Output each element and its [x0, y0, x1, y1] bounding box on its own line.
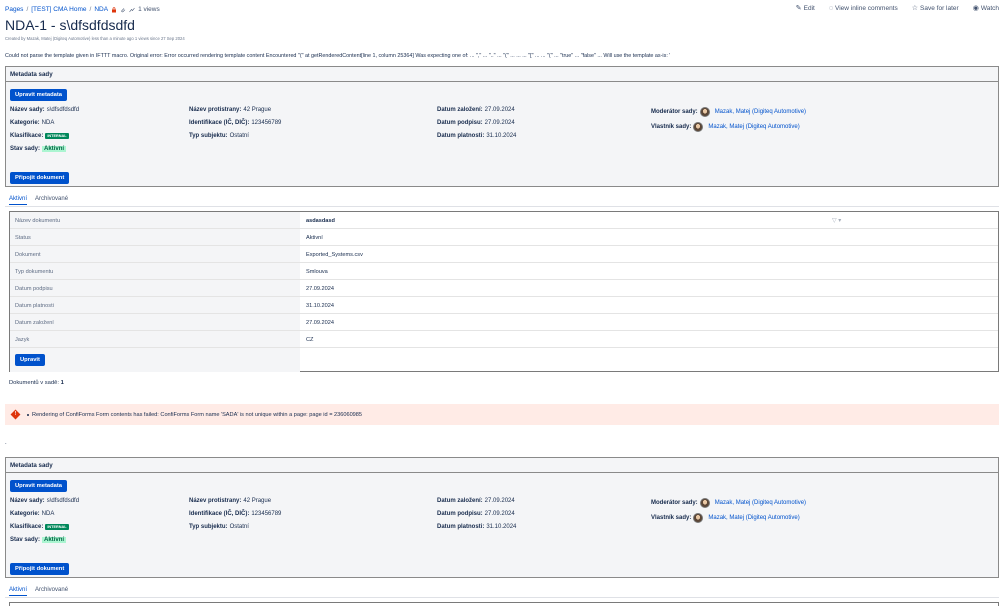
metadata-panel-header: Metadata sady [6, 458, 998, 473]
attachment-icon[interactable] [120, 7, 126, 13]
attach-document-button[interactable]: Připojit dokument [10, 172, 70, 184]
eye-icon: ◉ [972, 5, 979, 12]
breadcrumb-separator: / [89, 6, 92, 13]
watch-button[interactable]: ◉ Watch [972, 4, 999, 13]
filter-icon[interactable]: ▽ ▾ [832, 217, 841, 224]
created-date-field: Datum založení: 27.09.2024 [437, 498, 515, 504]
pencil-icon: ✎ [795, 5, 802, 12]
category-field: Kategorie: NDA [10, 120, 55, 126]
document-tabs: Aktivní Archivované [9, 196, 68, 205]
stray-dot: . [5, 440, 7, 446]
classification-field: Klasifikace: INTERNAL [10, 524, 69, 530]
internal-badge: INTERNAL [45, 524, 69, 530]
signed-date-field: Datum podpisu: 27.09.2024 [437, 120, 515, 126]
document-file-link[interactable]: Exported_Systems.csv [306, 252, 363, 258]
breadcrumb-pages[interactable]: Pages [5, 6, 23, 13]
subject-type-field: Typ subjektu: Ostatní [189, 524, 249, 530]
avatar[interactable] [699, 498, 710, 508]
active-badge: Aktivní [42, 537, 67, 543]
document-count: Dokumentů v sadě: 1 [9, 380, 64, 386]
tab-archived[interactable]: Archivované [35, 587, 68, 596]
moderator-link[interactable]: Mazak, Matej (Digiteq Automotive) [715, 109, 806, 115]
save-for-later-button[interactable]: ☆ Save for later [911, 4, 959, 13]
breadcrumb-separator: / [26, 6, 29, 13]
identification-field: Identifikace (IČ, DIČ): 123456789 [189, 120, 282, 126]
comment-icon: ◌ [828, 4, 833, 12]
error-alert: ! Rendering of ConfiForms Form contents … [5, 404, 999, 425]
counterparty-field: Název protistrany: 42 Prague [189, 107, 272, 113]
error-alert-message: Rendering of ConfiForms Form contents ha… [32, 412, 363, 418]
table-row: Dokument Exported_Systems.csv [10, 246, 998, 263]
moderator-field: Moderátor sady: Mazak, Matej (Digiteq Aut… [651, 107, 807, 117]
tabs-divider [5, 206, 999, 207]
edit-button[interactable]: ✎ Edit [795, 4, 815, 13]
table-row: Status Aktivní [10, 229, 998, 246]
classification-field: Klasifikace: INTERNAL [10, 133, 69, 139]
avatar[interactable] [693, 513, 704, 523]
template-error-message: Could not parse the template given in IF… [5, 53, 671, 59]
tab-active[interactable]: Aktivní [9, 196, 28, 205]
avatar[interactable] [693, 122, 704, 132]
attach-document-button[interactable]: Připojit dokument [10, 563, 70, 575]
bullet [27, 414, 29, 416]
set-name-field: Název sady: s\dfsdfdsdfd [10, 107, 80, 113]
document-table [9, 602, 999, 606]
set-name-field: Název sady: s\dfsdfdsdfd [10, 498, 80, 504]
edit-document-button[interactable]: Upravit [15, 354, 45, 366]
table-row: Jazyk CZ [10, 331, 998, 348]
tabs-divider [5, 597, 999, 598]
edit-metadata-button[interactable]: Upravit metadata [10, 480, 68, 492]
breadcrumb-cma-home[interactable]: [TEST] CMA Home [31, 6, 86, 13]
active-badge: Aktivní [42, 146, 67, 152]
view-inline-comments-button[interactable]: ◌ View inline comments [829, 4, 898, 12]
category-field: Kategorie: NDA [10, 511, 55, 517]
subject-type-field: Typ subjektu: Ostatní [189, 133, 249, 139]
owner-field: Vlastník sady: Mazak, Matej (Digiteq Auto… [651, 513, 800, 523]
star-icon: ☆ [911, 5, 919, 12]
identification-field: Identifikace (IČ, DIČ): 123456789 [189, 511, 282, 517]
breadcrumb-nda[interactable]: NDA [94, 6, 108, 13]
owner-link[interactable]: Mazak, Matej (Digiteq Automotive) [708, 124, 799, 130]
moderator-link[interactable]: Mazak, Matej (Digiteq Automotive) [715, 500, 806, 506]
moderator-field: Moderátor sady: Mazak, Matej (Digiteq Aut… [651, 498, 807, 508]
page-actions: ✎ Edit ◌ View inline comments ☆ Save for la… [795, 4, 999, 13]
internal-badge: INTERNAL [45, 133, 69, 139]
state-field: Stav sady: Aktivní [10, 146, 67, 152]
validity-date-field: Datum platnosti: 31.10.2024 [437, 524, 517, 530]
created-date-field: Datum založení: 27.09.2024 [437, 107, 515, 113]
metadata-panel-header: Metadata sady [6, 67, 998, 82]
table-row: Název dokumentu asdasdasd ▽ ▾ [10, 212, 998, 229]
breadcrumb: Pages / [TEST] CMA Home / NDA 1 views [5, 5, 160, 14]
restriction-lock-icon[interactable] [111, 6, 117, 13]
owner-field: Vlastník sady: Mazak, Matej (Digiteq Auto… [651, 122, 800, 132]
metadata-panel: Metadata sady Upravit metadata Název sad… [5, 66, 999, 187]
owner-link[interactable]: Mazak, Matej (Digiteq Automotive) [708, 515, 799, 521]
tab-archived[interactable]: Archivované [35, 196, 68, 205]
state-field: Stav sady: Aktivní [10, 537, 67, 543]
table-footer [10, 348, 300, 372]
table-row: Datum platnosti 31.10.2024 [10, 297, 998, 314]
edit-metadata-button[interactable]: Upravit metadata [10, 89, 68, 101]
error-icon: ! [10, 409, 21, 420]
table-row: Typ dokumentu Smlouva [10, 263, 998, 280]
tab-active[interactable]: Aktivní [9, 587, 28, 596]
page-title: NDA-1 - s\dfsdfdsdfd [5, 17, 135, 33]
validity-date-field: Datum platnosti: 31.10.2024 [437, 133, 517, 139]
views-count[interactable]: 1 views [138, 6, 160, 13]
table-row: Datum založení 27.09.2024 [10, 314, 998, 331]
analytics-icon[interactable] [129, 7, 135, 13]
counterparty-field: Název protistrany: 42 Prague [189, 498, 272, 504]
signed-date-field: Datum podpisu: 27.09.2024 [437, 511, 515, 517]
table-row: Datum podpisu 27.09.2024 [10, 280, 998, 297]
page-byline: Created by Mazak, Matej (Digiteq Automot… [5, 36, 185, 41]
metadata-panel: Metadata sady Upravit metadata Název sad… [5, 457, 999, 578]
document-table: Název dokumentu asdasdasd ▽ ▾ Status Aktivn… [9, 211, 999, 372]
document-tabs: Aktivní Archivované [9, 587, 68, 596]
avatar[interactable] [699, 107, 710, 117]
